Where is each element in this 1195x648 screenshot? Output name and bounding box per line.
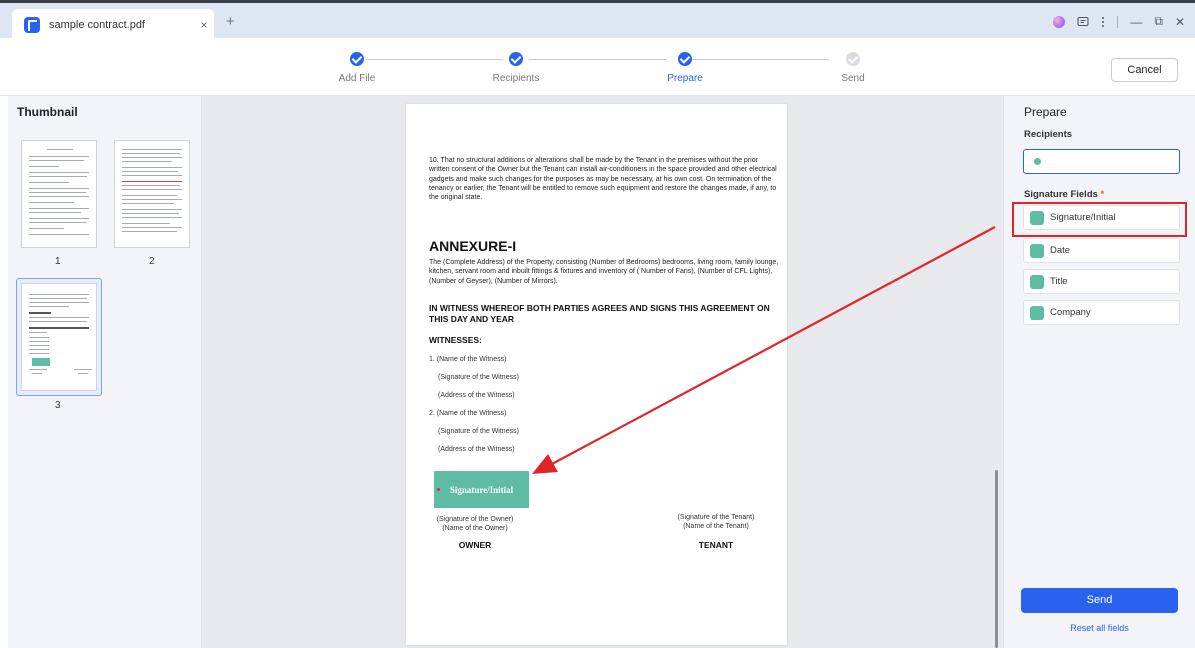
page-thumbnail-2[interactable] [114,140,190,248]
restore-icon[interactable]: ⧉ [1154,14,1163,29]
tenant-signature-line: (Signature of the Tenant) [677,514,755,521]
field-label: Company [1050,307,1091,318]
field-title[interactable]: Title [1023,269,1180,294]
field-company[interactable]: Company [1023,300,1180,325]
tab-close-icon[interactable]: × [194,18,214,32]
close-window-icon[interactable]: ✕ [1175,15,1185,29]
prepare-title: Prepare [1024,105,1067,119]
step-send: Send [813,52,893,84]
date-field-icon [1030,243,1044,258]
reset-all-fields-link[interactable]: Reset all fields [1021,623,1178,633]
document-tab[interactable]: sample contract.pdf × [12,9,214,41]
witness-line: 1. (Name of the Witness) [429,356,507,363]
progress-steps: Add File Recipients Prepare Send Cancel [0,38,1195,96]
app-logo-icon [24,17,40,33]
tenant-label: TENANT [698,540,734,550]
placed-signature-field[interactable]: Signature/Initial [434,471,529,508]
recipient-color-dot [1034,158,1041,165]
owner-name-line: (Name of the Owner) [442,525,508,532]
step-label: Prepare [667,73,703,84]
annexure-text: The (Complete Address) of the Property, … [429,259,779,285]
signature-fields-heading: Signature Fields * [1024,189,1104,200]
title-bar: sample contract.pdf × + — ⧉ ✕ [0,0,1195,41]
step-recipients: Recipients [476,52,556,84]
more-options-icon[interactable] [1101,16,1105,28]
company-field-icon [1030,305,1044,320]
check-icon [350,52,364,66]
cancel-button[interactable]: Cancel [1111,58,1178,82]
document-page: 10. That no structural additions or alte… [406,104,787,645]
step-prepare: Prepare [645,52,725,84]
recipients-label: Recipients [1024,129,1073,140]
divider [1117,15,1119,28]
step-add-file: Add File [317,52,397,84]
thumbnail-panel: Thumbnail 1 2 3 [8,96,202,648]
page-thumbnail-3[interactable] [21,283,97,391]
witness-line: (Address of the Witness) [438,446,515,453]
step-label: Send [841,73,865,84]
signature-fields-label: Signature Fields [1024,189,1098,200]
owner-signature-line: (Signature of the Owner) [436,516,514,523]
title-field-icon [1030,274,1044,289]
field-date[interactable]: Date [1023,238,1180,263]
avatar[interactable] [1053,15,1066,28]
annexure-title: ANNEXURE-I [429,238,517,254]
witness-heading: IN WITNESS WHEREOF BOTH PARTIES AGREES A… [429,303,770,324]
thumbnail-title: Thumbnail [17,105,78,119]
field-label: Signature/Initial [1050,212,1116,223]
prepare-panel: Prepare Recipients Signature Fields * Si… [1003,96,1195,648]
check-icon [509,52,523,66]
required-dot-icon [437,488,440,491]
step-label: Add File [338,73,376,84]
send-button[interactable]: Send [1021,588,1178,613]
field-label: Title [1050,276,1068,287]
tenant-name-line: (Name of the Tenant) [683,523,749,530]
clause-10-text: 10. That no structural additions or alte… [429,157,777,202]
placed-field-label: Signature/Initial [449,484,514,495]
witness-line: 2. (Name of the Witness) [429,410,507,417]
message-icon[interactable] [1077,16,1089,28]
witnesses-label: WITNESSES: [429,335,482,345]
field-label: Date [1050,245,1071,256]
owner-label: OWNER [458,540,492,550]
step-label: Recipients [492,73,540,84]
witness-line: (Signature of the Witness) [438,428,519,435]
signature-field-icon [1030,210,1044,225]
witness-line: (Address of the Witness) [438,392,515,399]
page-number: 2 [149,256,155,267]
field-signature-initial[interactable]: Signature/Initial [1023,205,1180,230]
tab-title: sample contract.pdf [49,19,145,31]
recipient-selector[interactable] [1023,149,1180,174]
required-mark: * [1100,189,1105,200]
witness-line: (Signature of the Witness) [438,374,519,381]
vertical-scrollbar[interactable] [995,470,998,648]
new-tab-icon[interactable]: + [226,13,235,30]
window-controls: — ⧉ ✕ [1053,14,1185,29]
page-thumbnail-1[interactable] [21,140,97,248]
page-number: 3 [55,400,61,411]
check-icon [846,52,860,66]
page-number: 1 [55,256,61,267]
minimize-icon[interactable]: — [1130,15,1142,29]
check-icon [678,52,692,66]
